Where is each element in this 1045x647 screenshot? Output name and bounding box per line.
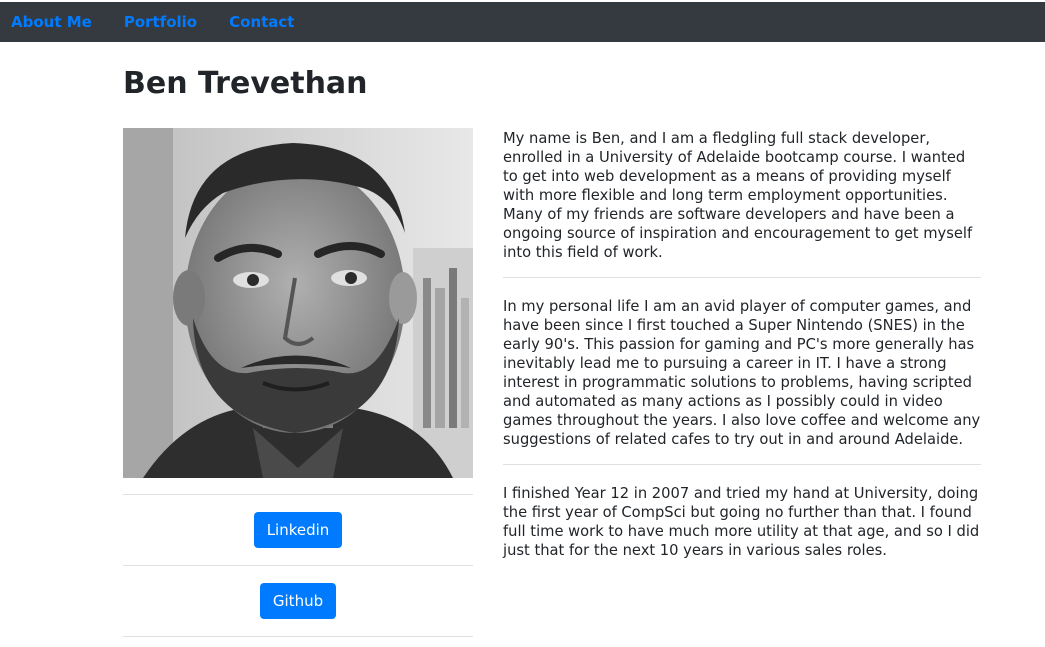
bio-paragraph-intro: My name is Ben, and I am a fledgling ful… <box>503 130 973 261</box>
link-list: Linkedin Github <box>123 494 473 637</box>
bio-section: My name is Ben, and I am a fledgling ful… <box>503 128 981 575</box>
bio-paragraph-history: I finished Year 12 in 2007 and tried my … <box>503 485 980 559</box>
portrait-illustration <box>123 128 473 478</box>
linkedin-button[interactable]: Linkedin <box>253 512 343 548</box>
github-button[interactable]: Github <box>259 583 337 619</box>
page-title: Ben Trevethan <box>123 66 368 101</box>
nav-link-portfolio[interactable]: Portfolio <box>124 13 197 31</box>
bio-divider <box>503 464 981 465</box>
link-item-linkedin: Linkedin <box>123 494 473 565</box>
navbar: About Me Portfolio Contact <box>0 2 1045 42</box>
nav-link-contact[interactable]: Contact <box>229 13 294 31</box>
nav-link-about-me[interactable]: About Me <box>11 13 92 31</box>
profile-photo <box>123 128 473 478</box>
bio-paragraph-personal: In my personal life I am an avid player … <box>503 298 981 448</box>
bio-divider <box>503 277 981 278</box>
link-item-github: Github <box>123 565 473 637</box>
